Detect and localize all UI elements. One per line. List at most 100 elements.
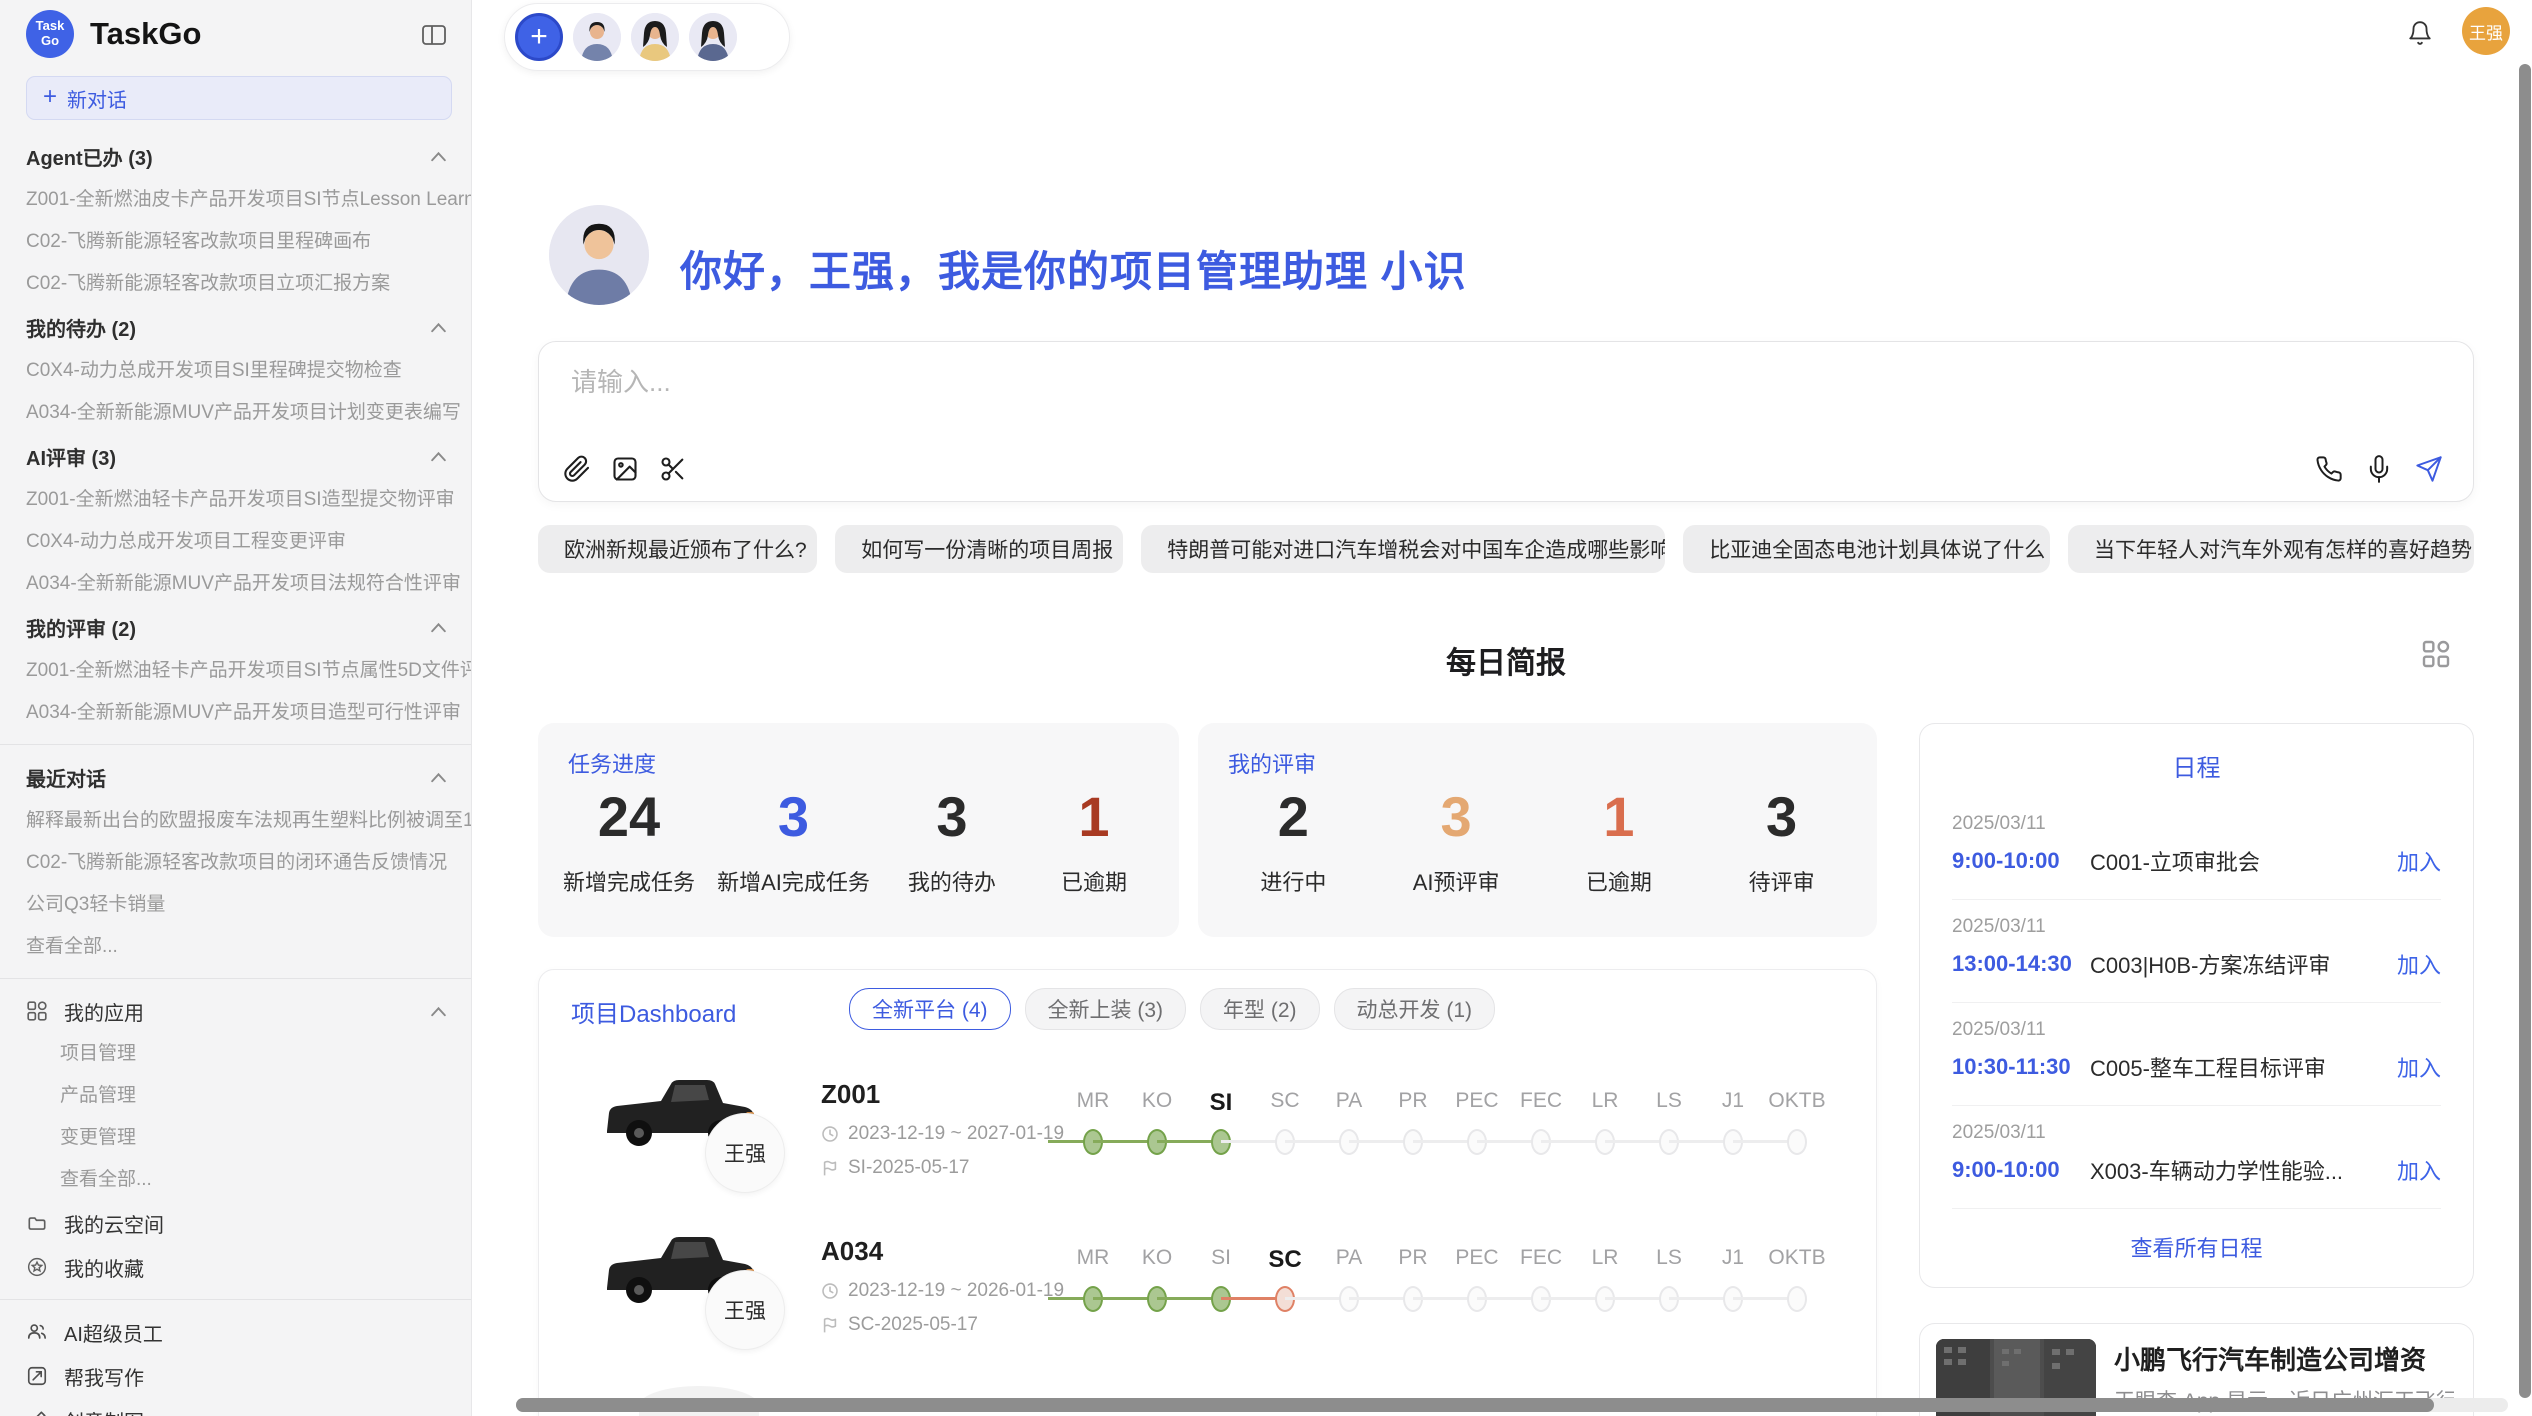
project-row: 王强A0342023-12-19 ~ 2026-01-19SC-2025-05-… — [539, 1222, 1876, 1379]
chevron-up-icon[interactable] — [430, 622, 447, 633]
sidebar-task-sections: Agent已办 (3)Z001-全新燃油皮卡产品开发项目SI节点Lesson L… — [0, 134, 471, 734]
layout-grid-icon[interactable] — [2420, 638, 2452, 670]
event-time: 9:00-10:00 — [1952, 848, 2090, 874]
chevron-up-icon[interactable] — [430, 151, 447, 162]
sidebar-tool-item[interactable]: AI超级员工 — [0, 1310, 471, 1354]
chevron-up-icon[interactable] — [430, 772, 447, 783]
app-menu-item[interactable]: 项目管理 — [0, 1033, 471, 1075]
suggestion-chip[interactable]: 特朗普可能对进口汽车增税会对中国车企造成哪些影响 — [1141, 525, 1665, 573]
cloud-icon — [26, 1212, 48, 1234]
milestone-node[interactable] — [1787, 1286, 1807, 1312]
project-flag-milestone: SC-2025-05-17 — [821, 1314, 978, 1336]
attachment-icon[interactable] — [563, 455, 591, 483]
stat-value: 3 — [778, 785, 809, 849]
clock-icon — [821, 1125, 839, 1143]
tool-label: 帮我写作 — [64, 1362, 144, 1391]
main-area: + 王强 你好，王强，我是你的项目管理助理 小识 — [472, 0, 2532, 1416]
sidebar-section-header[interactable]: Agent已办 (3) — [0, 134, 471, 179]
user-avatar[interactable]: 王强 — [2462, 7, 2510, 55]
sidebar-item-cloud[interactable]: 我的云空间 — [0, 1201, 471, 1245]
suggestion-chip[interactable]: 如何写一份清晰的项目周报 — [835, 525, 1123, 573]
image-icon[interactable] — [611, 455, 639, 483]
chevron-up-icon[interactable] — [430, 322, 447, 333]
sidebar-divider — [0, 1299, 471, 1300]
dashboard-filter-chip[interactable]: 动总开发 (1) — [1334, 988, 1496, 1030]
event-join-link[interactable]: 加入 — [2397, 1051, 2441, 1083]
chat-input[interactable] — [569, 366, 2173, 399]
sidebar-task-item[interactable]: C0X4-动力总成开发项目SI里程碑提交物检查 — [0, 350, 471, 392]
plus-icon: + — [43, 83, 57, 111]
suggestion-chip[interactable]: 当下年轻人对汽车外观有怎样的喜好趋势 — [2068, 525, 2474, 573]
view-all-chats-link[interactable]: 查看全部... — [0, 926, 471, 968]
sidebar-section-header[interactable]: AI评审 (3) — [0, 434, 471, 479]
new-chat-button[interactable]: + 新对话 — [26, 76, 452, 120]
sidebar-task-item[interactable]: Z001-全新燃油轻卡产品开发项目SI造型提交物评审 — [0, 479, 471, 521]
milestone-label: PR — [1398, 1089, 1427, 1113]
event-join-link[interactable]: 加入 — [2397, 1154, 2441, 1186]
microphone-icon[interactable] — [2365, 455, 2393, 483]
milestone-strip: MRKOSISCPAPRPECFECLRLSJ1OKTB — [1009, 1065, 1869, 1185]
app-menu-item[interactable]: 产品管理 — [0, 1075, 471, 1117]
sidebar-task-item[interactable]: Z001-全新燃油皮卡产品开发项目SI节点Lesson Learn报告 — [0, 179, 471, 221]
sidebar-section-header[interactable]: 我的评审 (2) — [0, 605, 471, 650]
stat-item: 2进行中 — [1233, 785, 1353, 897]
dashboard-filter-chip[interactable]: 全新上装 (3) — [1025, 988, 1187, 1030]
sidebar-task-item[interactable]: C0X4-动力总成开发项目工程变更评审 — [0, 521, 471, 563]
notification-bell-icon[interactable] — [2407, 20, 2433, 46]
send-icon[interactable] — [2415, 455, 2443, 483]
recent-chat-item[interactable]: 解释最新出台的欧盟报废车法规再生塑料比例被调至15%... — [0, 800, 471, 842]
milestone-label: KO — [1142, 1089, 1172, 1113]
project-code[interactable]: Z001 — [821, 1079, 880, 1110]
stat-value: 24 — [598, 785, 660, 849]
suggestion-chip[interactable]: 欧洲新规最近颁布了什么? — [538, 525, 817, 573]
chevron-up-icon[interactable] — [430, 451, 447, 462]
agent-avatar-1[interactable] — [573, 13, 621, 61]
project-code[interactable]: A034 — [821, 1236, 883, 1267]
sidebar-task-item[interactable]: A034-全新新能源MUV产品开发项目法规符合性评审 — [0, 563, 471, 605]
sidebar-task-item[interactable]: Z001-全新燃油轻卡产品开发项目SI节点属性5D文件评审 — [0, 650, 471, 692]
stat-label: 进行中 — [1260, 865, 1326, 897]
recent-chat-item[interactable]: 公司Q3轻卡销量 — [0, 884, 471, 926]
stat-label: 新增完成任务 — [563, 865, 695, 897]
add-agent-button[interactable]: + — [515, 13, 563, 61]
sidebar-tool-item[interactable]: 帮我写作 — [0, 1354, 471, 1398]
sidebar-task-item[interactable]: C02-飞腾新能源轻客改款项目里程碑画布 — [0, 221, 471, 263]
sidebar-item-star[interactable]: 我的收藏 — [0, 1245, 471, 1289]
sidebar-task-item[interactable]: C02-飞腾新能源轻客改款项目立项汇报方案 — [0, 263, 471, 305]
milestone-label: FEC — [1520, 1246, 1562, 1270]
agent-avatar-3[interactable] — [689, 13, 737, 61]
dashboard-filter-chip[interactable]: 年型 (2) — [1200, 988, 1320, 1030]
sidebar-task-item[interactable]: A034-全新新能源MUV产品开发项目造型可行性评审 — [0, 692, 471, 734]
dashboard-filter-chip[interactable]: 全新平台 (4) — [849, 988, 1011, 1030]
sidebar-tool-item[interactable]: 创意制图 — [0, 1398, 471, 1416]
vertical-scrollbar-thumb[interactable] — [2519, 64, 2531, 1398]
event-join-link[interactable]: 加入 — [2397, 845, 2441, 877]
app-menu-item[interactable]: 查看全部... — [0, 1159, 471, 1201]
milestone-label: LR — [1592, 1089, 1619, 1113]
event-join-link[interactable]: 加入 — [2397, 948, 2441, 980]
recent-chat-item[interactable]: C02-飞腾新能源轻客改款项目的闭环通告反馈情况 — [0, 842, 471, 884]
milestone-node[interactable] — [1787, 1129, 1807, 1155]
sidebar-section-header[interactable]: 我的待办 (2) — [0, 305, 471, 350]
chevron-up-icon[interactable] — [430, 1006, 447, 1017]
suggestion-chip[interactable]: 比亚迪全固态电池计划具体说了什么 — [1683, 525, 2050, 573]
agent-avatar-2[interactable] — [631, 13, 679, 61]
sidebar-header: Task Go TaskGo — [0, 0, 471, 68]
app-menu-item[interactable]: 变更管理 — [0, 1117, 471, 1159]
sidebar-collapse-icon[interactable] — [421, 22, 447, 48]
view-all-schedule-link[interactable]: 查看所有日程 — [1952, 1231, 2441, 1263]
phone-call-icon[interactable] — [2315, 455, 2343, 483]
dashboard-filters: 全新平台 (4) 全新上装 (3) 年型 (2) 动总开发 (1) — [849, 988, 1495, 1030]
event-title: X003-车辆动力学性能验... — [2090, 1154, 2397, 1186]
sidebar-recent-header[interactable]: 最近对话 — [0, 755, 471, 800]
horizontal-scrollbar-thumb[interactable] — [516, 1398, 2434, 1412]
sidebar-item-my-apps[interactable]: 我的应用 — [0, 989, 471, 1033]
event-time: 10:30-11:30 — [1952, 1054, 2090, 1080]
sidebar-task-item[interactable]: A034-全新新能源MUV产品开发项目计划变更表编写 — [0, 392, 471, 434]
milestone-label: OKTB — [1768, 1089, 1825, 1113]
scissors-icon[interactable] — [659, 455, 687, 483]
sidebar: Task Go TaskGo + 新对话 Agent已办 (3)Z001-全新燃… — [0, 0, 472, 1416]
milestone-label: LS — [1656, 1089, 1682, 1113]
stat-columns: 24新增完成任务3新增AI完成任务3我的待办1已逾期 — [538, 785, 1179, 937]
milestone-label: SI — [1210, 1089, 1233, 1117]
